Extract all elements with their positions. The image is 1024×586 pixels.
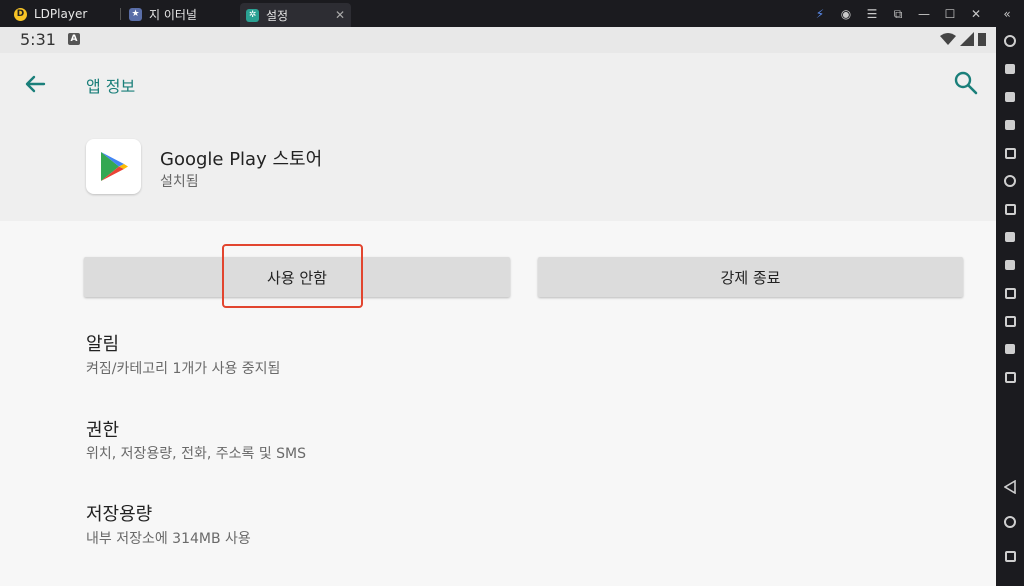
keyboard-icon[interactable] <box>1000 61 1020 77</box>
add-apk-icon[interactable] <box>1000 201 1020 217</box>
collapse-icon[interactable]: « <box>998 5 1016 23</box>
tab-label: LDPlayer <box>34 7 88 21</box>
ldplayer-logo-icon: D <box>14 7 27 21</box>
volume-down-icon[interactable] <box>1000 117 1020 133</box>
title-bar: D LDPlayer ★ 지 이터널 ✲ 설정 ✕ ⚡ ◉ ☰ ⧉ — ☐ ✕ … <box>0 0 1024 27</box>
tab-close-icon[interactable]: ✕ <box>335 8 345 22</box>
scissors-icon[interactable] <box>1000 257 1020 273</box>
tab-settings[interactable]: ✲ 설정 ✕ <box>240 3 351 27</box>
fullscreen-icon[interactable] <box>1000 145 1020 161</box>
app-name: Google Play 스토어 <box>160 149 323 170</box>
menu-icon[interactable]: ☰ <box>863 5 881 23</box>
search-icon[interactable] <box>952 69 980 97</box>
settings-gear-icon: ✲ <box>246 8 259 22</box>
app-icon <box>86 139 141 194</box>
location-icon[interactable] <box>1000 173 1020 189</box>
status-time: 5:31 <box>20 30 56 49</box>
status-icons <box>940 32 986 46</box>
notification-badge: A <box>68 33 80 45</box>
nav-back-icon[interactable] <box>1000 479 1020 495</box>
maximize-icon[interactable]: ☐ <box>941 5 959 23</box>
list-item-subtitle: 위치, 저장용량, 전화, 주소록 및 SMS <box>86 446 307 462</box>
restore-icon[interactable]: ⧉ <box>889 5 907 23</box>
phone-icon[interactable] <box>1000 341 1020 357</box>
close-icon[interactable]: ✕ <box>967 5 985 23</box>
battery-icon <box>978 33 986 46</box>
volume-up-icon[interactable] <box>1000 89 1020 105</box>
status-bar: 5:31 A <box>0 27 996 53</box>
page-title: 앱 정보 <box>86 77 136 96</box>
record-icon[interactable] <box>1000 285 1020 301</box>
more-icon[interactable] <box>1000 369 1020 385</box>
tab-label: 설정 <box>266 8 289 23</box>
wifi-icon <box>940 33 956 45</box>
minimize-icon[interactable]: — <box>915 5 933 23</box>
app-install-status: 설치됨 <box>160 174 199 190</box>
android-screen: 5:31 A 앱 정보 Google Play 스토어 설치됨 사용 안함 강제… <box>0 27 996 586</box>
settings-icon[interactable] <box>1000 33 1020 49</box>
back-arrow-icon[interactable] <box>20 69 50 99</box>
list-item-title: 알림 <box>86 334 120 355</box>
list-item-title: 권한 <box>86 420 120 441</box>
list-item-subtitle: 켜짐/카테고리 1개가 사용 중지됨 <box>86 361 281 377</box>
app-info-header: 앱 정보 Google Play 스토어 설치됨 <box>0 53 996 221</box>
tab-ldplayer[interactable]: D LDPlayer <box>8 3 116 25</box>
tab-label: 지 이터널 <box>149 7 197 22</box>
tab-divider <box>120 8 121 20</box>
user-icon[interactable]: ◉ <box>837 5 855 23</box>
sync-icon[interactable] <box>1000 313 1020 329</box>
game-icon: ★ <box>129 7 142 21</box>
emulator-toolbar <box>996 27 1024 586</box>
list-item-title: 저장용량 <box>86 504 153 525</box>
signal-icon <box>960 32 974 46</box>
robot-icon[interactable] <box>1000 229 1020 245</box>
nav-home-icon[interactable] <box>1000 514 1020 530</box>
bolt-icon[interactable]: ⚡ <box>811 5 829 23</box>
list-item-subtitle: 내부 저장소에 314MB 사용 <box>86 531 251 547</box>
force-stop-button[interactable]: 강제 종료 <box>538 257 963 297</box>
nav-recents-icon[interactable] <box>1000 548 1020 564</box>
highlight-box <box>222 244 363 308</box>
tab-game[interactable]: ★ 지 이터널 <box>123 3 235 25</box>
google-play-logo-icon <box>101 152 128 181</box>
